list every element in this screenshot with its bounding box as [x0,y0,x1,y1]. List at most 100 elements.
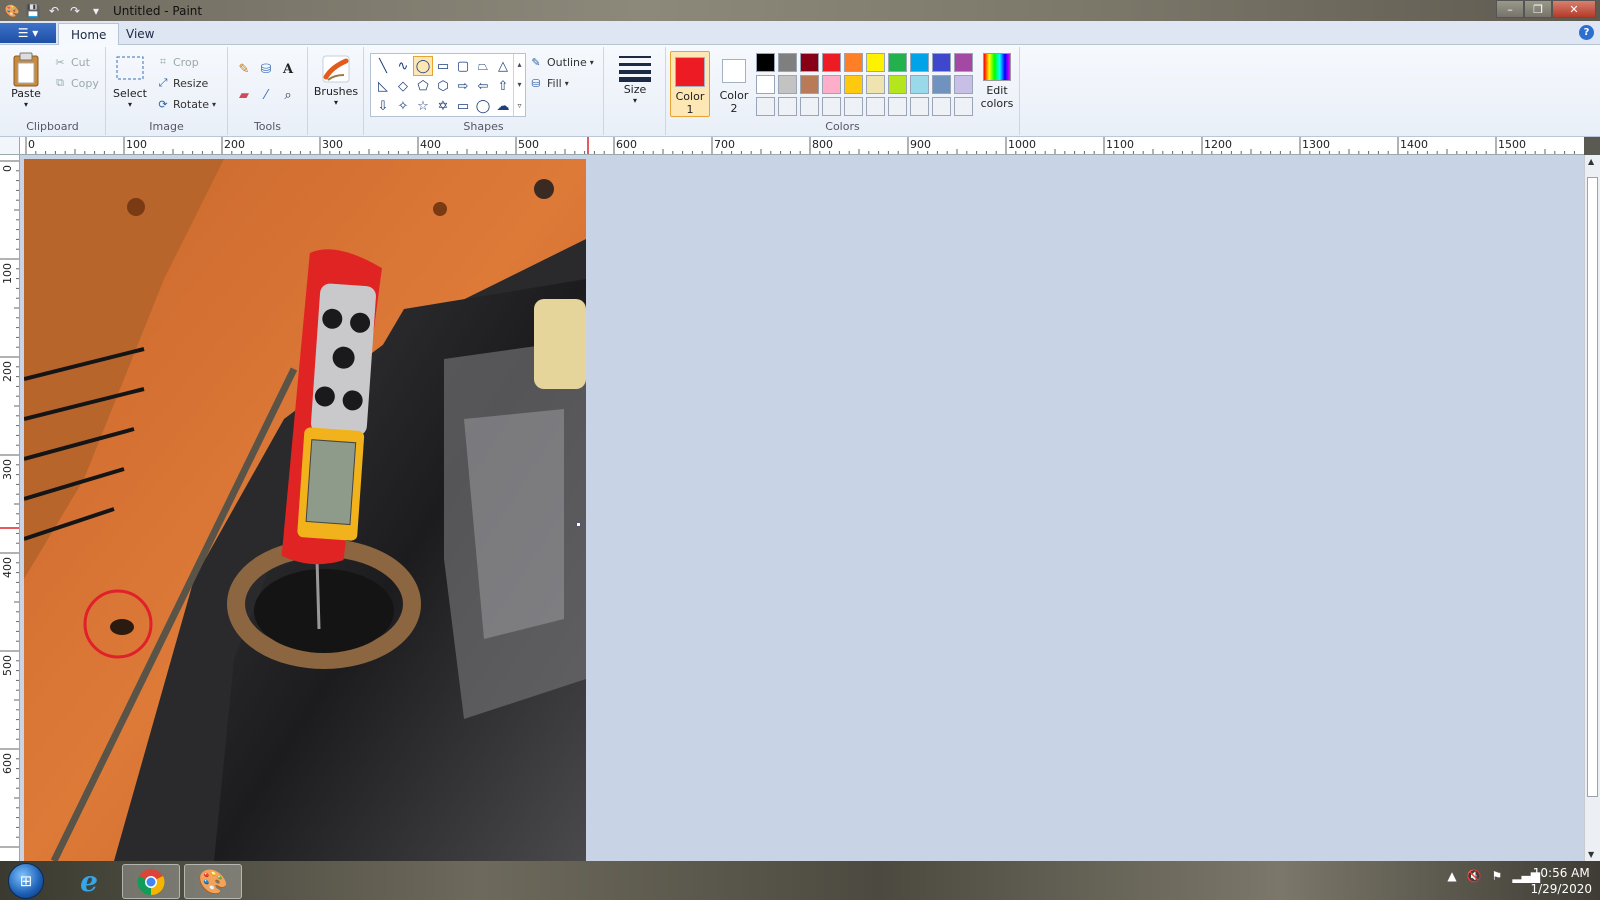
rect-callout-shape-icon[interactable]: ▭ [453,96,473,116]
action-center-icon[interactable]: ⚑ [1492,869,1503,883]
edit-colors-button[interactable]: Edit colors [976,53,1018,110]
palette-swatch[interactable] [822,53,841,72]
help-icon[interactable]: ? [1579,25,1594,40]
right-arrow-shape-icon[interactable]: ⇨ [453,76,473,96]
five-point-star-shape-icon[interactable]: ☆ [413,96,433,116]
palette-empty-swatch[interactable] [932,97,951,116]
palette-swatch[interactable] [932,53,951,72]
palette-swatch[interactable] [932,75,951,94]
palette-swatch[interactable] [910,75,929,94]
palette-swatch[interactable] [800,75,819,94]
clock[interactable]: 10:56 AM 1/29/2020 [1530,865,1592,897]
minimize-button[interactable]: – [1496,0,1524,18]
volume-muted-icon[interactable]: 🔇 [1467,869,1482,883]
tab-home[interactable]: Home [58,23,120,45]
palette-swatch[interactable] [822,75,841,94]
crop-button[interactable]: ⌗ Crop [156,53,199,71]
canvas-workspace[interactable] [20,155,1584,861]
palette-empty-swatch[interactable] [888,97,907,116]
scroll-down-icon[interactable]: ▼ [1588,850,1594,859]
chevron-down-icon[interactable]: ▾ [517,80,521,89]
line-shape-icon[interactable]: ╲ [373,56,393,76]
color2-button[interactable]: Color 2 [714,51,754,117]
triangle-shape-icon[interactable]: △ [493,56,513,76]
scrollbar-thumb[interactable] [1587,177,1598,797]
cut-button[interactable]: ✂ Cut [52,53,90,71]
six-point-star-shape-icon[interactable]: ✡ [433,96,453,116]
text-tool-icon[interactable]: A [278,59,298,79]
palette-empty-swatch[interactable] [800,97,819,116]
rectangle-shape-icon[interactable]: ▭ [433,56,453,76]
palette-swatch[interactable] [888,75,907,94]
save-icon[interactable]: 💾 [24,2,42,20]
taskbar-paint[interactable]: 🎨 [184,864,242,899]
up-arrow-shape-icon[interactable]: ⇧ [493,76,513,96]
show-hidden-icons-icon[interactable]: ▲ [1447,869,1456,883]
resize-button[interactable]: ⤢ Resize [156,74,209,92]
eraser-icon[interactable]: ▰ [234,85,254,105]
rounded-rectangle-shape-icon[interactable]: ▢ [453,56,473,76]
size-button[interactable]: Size ▾ [612,53,658,105]
taskbar-chrome[interactable] [122,864,180,899]
palette-empty-swatch[interactable] [756,97,775,116]
tab-view[interactable]: View [114,23,166,45]
taskbar-internet-explorer[interactable]: e [60,864,118,899]
polygon-shape-icon[interactable]: ⏢ [473,56,493,76]
copy-button[interactable]: ⧉ Copy [52,74,99,92]
chevron-up-icon[interactable]: ▴ [517,60,521,69]
scroll-up-icon[interactable]: ▲ [1588,157,1594,166]
palette-empty-swatch[interactable] [954,97,973,116]
palette-swatch[interactable] [778,53,797,72]
palette-empty-swatch[interactable] [844,97,863,116]
palette-swatch[interactable] [778,75,797,94]
palette-swatch[interactable] [866,53,885,72]
palette-empty-swatch[interactable] [822,97,841,116]
color-picker-icon[interactable]: ⁄ [256,85,276,105]
magnifier-icon[interactable]: ⌕ [278,85,298,105]
palette-swatch[interactable] [756,75,775,94]
palette-swatch[interactable] [756,53,775,72]
hexagon-shape-icon[interactable]: ⬡ [433,76,453,96]
palette-swatch[interactable] [910,53,929,72]
palette-empty-swatch[interactable] [778,97,797,116]
select-button[interactable]: Select ▾ [112,55,148,109]
palette-swatch[interactable] [954,75,973,94]
file-menu-button[interactable]: ☰ ▾ [0,23,56,43]
rotate-button[interactable]: ⟳ Rotate ▾ [156,95,216,113]
paste-button[interactable]: Paste ▾ [6,51,46,109]
pentagon-shape-icon[interactable]: ⬠ [413,76,433,96]
palette-swatch[interactable] [844,53,863,72]
oval-shape-icon[interactable]: ◯ [413,56,433,76]
color1-button[interactable]: Color 1 [670,51,710,117]
down-arrow-shape-icon[interactable]: ⇩ [373,96,393,116]
outline-button[interactable]: ✎ Outline ▾ [528,53,593,71]
quick-access-dropdown-icon[interactable]: ▾ [87,2,105,20]
paint-app-icon[interactable]: 🎨 [3,2,21,20]
diamond-shape-icon[interactable]: ◇ [393,76,413,96]
fill-button[interactable]: ⛁ Fill ▾ [528,74,568,92]
shapes-scroll[interactable]: ▴ ▾ ▿ [513,54,525,116]
canvas-image[interactable] [24,159,586,861]
close-button[interactable]: ✕ [1552,0,1596,18]
palette-empty-swatch[interactable] [866,97,885,116]
palette-swatch[interactable] [866,75,885,94]
oval-callout-shape-icon[interactable]: ◯ [473,96,493,116]
vertical-scrollbar[interactable]: ▲ ▼ [1584,155,1600,861]
curve-shape-icon[interactable]: ∿ [393,56,413,76]
right-triangle-shape-icon[interactable]: ◺ [373,76,393,96]
pencil-icon[interactable]: ✎ [234,59,254,79]
undo-icon[interactable]: ↶ [45,2,63,20]
palette-swatch[interactable] [800,53,819,72]
left-arrow-shape-icon[interactable]: ⇦ [473,76,493,96]
cloud-callout-shape-icon[interactable]: ☁ [493,96,513,116]
restore-button[interactable]: ❐ [1524,0,1552,18]
canvas-resize-handle[interactable] [576,522,581,527]
palette-empty-swatch[interactable] [910,97,929,116]
fill-bucket-icon[interactable]: ⛁ [256,59,276,79]
palette-swatch[interactable] [844,75,863,94]
brushes-button[interactable]: Brushes ▾ [312,53,360,107]
start-button[interactable]: ⊞ [8,863,44,899]
palette-swatch[interactable] [954,53,973,72]
four-point-star-shape-icon[interactable]: ✧ [393,96,413,116]
palette-swatch[interactable] [888,53,907,72]
